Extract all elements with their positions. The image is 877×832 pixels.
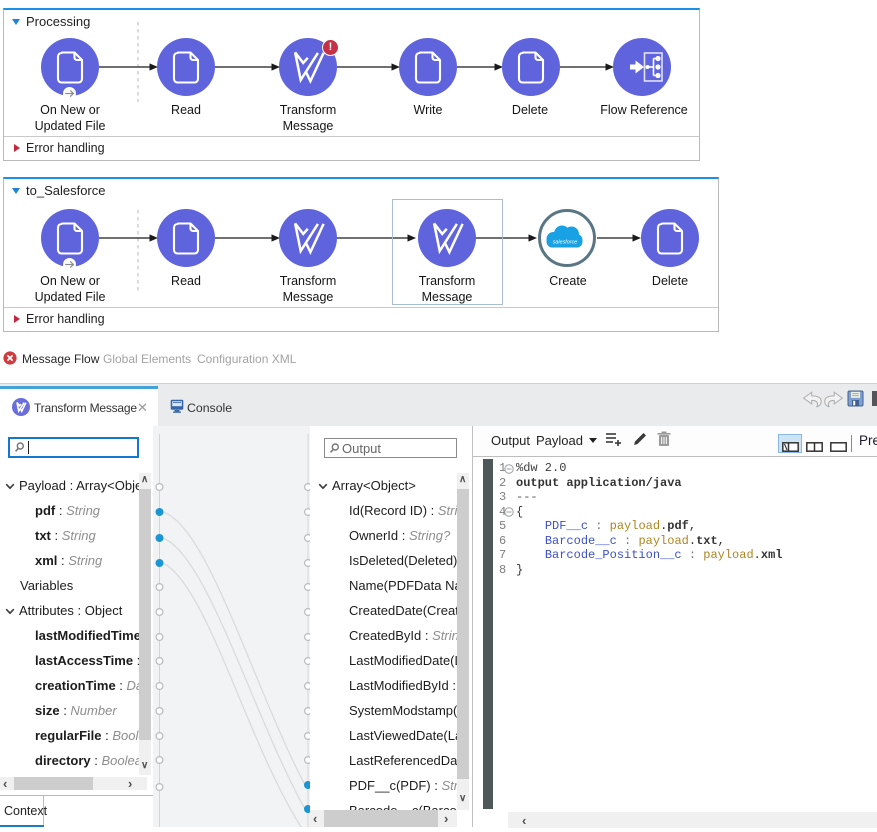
svg-text:salesforce: salesforce	[553, 240, 578, 246]
